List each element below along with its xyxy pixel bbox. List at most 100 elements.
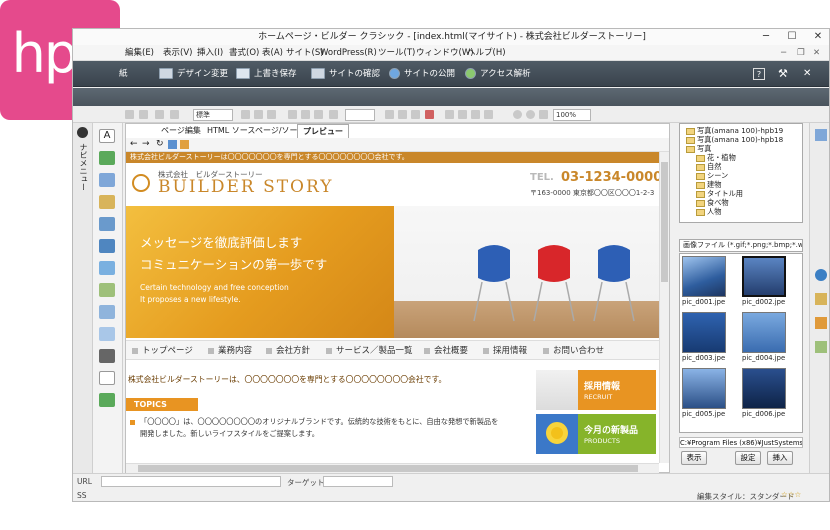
panel-tab-icon[interactable]	[815, 293, 827, 305]
grid-tool-icon[interactable]	[99, 283, 115, 297]
browser-alt-icon[interactable]	[180, 140, 189, 149]
wp-tab-icon[interactable]	[815, 269, 827, 281]
page-tool-icon[interactable]	[99, 371, 115, 385]
panel-tab-icon[interactable]	[815, 341, 827, 353]
file-type-select[interactable]: 画像ファイル (*.gif;*.png;*.bmp;*.wmf	[679, 239, 803, 252]
preview-vertical-scrollbar[interactable]	[659, 152, 669, 463]
menu-format[interactable]: 書式(O)	[229, 45, 259, 61]
hr-icon[interactable]	[329, 110, 338, 119]
settings-button[interactable]: 設定	[735, 451, 761, 465]
font-size-down-icon[interactable]	[458, 110, 467, 119]
hscroll-thumb[interactable]	[138, 465, 638, 472]
align-center-icon[interactable]	[254, 110, 263, 119]
link-icon[interactable]	[155, 110, 164, 119]
menu-table[interactable]: 表(A)	[262, 45, 283, 61]
tree-item[interactable]: タイトル用	[696, 189, 743, 198]
vscroll-thumb[interactable]	[661, 162, 668, 282]
menu-edit[interactable]: 編集(E)	[125, 45, 154, 61]
browser-icon[interactable]	[168, 140, 177, 149]
nav-recruit[interactable]: 採用情報	[483, 341, 527, 361]
tree-item[interactable]: 花・植物	[696, 153, 736, 162]
tab-preview[interactable]: プレビュー	[297, 124, 349, 138]
toolbar-save[interactable]: 上書き保存	[236, 66, 297, 82]
superscript-icon[interactable]	[471, 110, 480, 119]
font-tool-icon[interactable]	[99, 173, 115, 187]
indent-icon[interactable]	[301, 110, 310, 119]
url-input[interactable]	[101, 476, 281, 487]
list-icon[interactable]	[288, 110, 297, 119]
preview-horizontal-scrollbar[interactable]	[126, 463, 659, 473]
image-icon[interactable]	[170, 110, 179, 119]
menu-wordpress[interactable]: WordPress(R)	[320, 45, 377, 61]
redo-icon[interactable]	[139, 110, 148, 119]
layout-tool-icon[interactable]	[99, 393, 115, 407]
minimize-button[interactable]: ─	[753, 29, 779, 45]
toolbar-close-button[interactable]: ✕	[803, 66, 811, 82]
toolbar-site-check[interactable]: サイトの確認	[311, 66, 380, 82]
navi-panel-close-icon[interactable]	[77, 127, 88, 138]
target-input[interactable]	[323, 476, 393, 487]
tree-item[interactable]: 写真	[686, 144, 711, 153]
tree-item[interactable]: 写真(amana 100)-hpb19	[686, 126, 783, 135]
nav-policy[interactable]: 会社方針	[266, 341, 310, 361]
nav-company[interactable]: 会社概要	[424, 341, 468, 361]
bold-icon[interactable]	[385, 110, 394, 119]
tree-item[interactable]: 自然	[696, 162, 721, 171]
doc-restore-button[interactable]: ❐	[797, 45, 805, 61]
tree-item[interactable]: 建物	[696, 180, 721, 189]
view-button[interactable]: 表示	[681, 451, 707, 465]
image-tool-icon[interactable]	[99, 217, 115, 231]
insert-button[interactable]: 挿入	[767, 451, 793, 465]
forward-icon[interactable]: →	[142, 139, 150, 149]
menu-site[interactable]: サイト(S)	[286, 45, 324, 61]
toolbar-design-change[interactable]: デザイン変更	[159, 66, 228, 82]
mobile-tool-icon[interactable]	[99, 349, 115, 363]
tab-page-edit[interactable]: ページ編集	[156, 124, 206, 138]
recruit-banner[interactable]: 採用情報 RECRUIT	[536, 370, 656, 410]
toolbar-site-publish[interactable]: サイトの公開	[389, 66, 455, 82]
thumbnail-image[interactable]	[682, 256, 726, 297]
paragraph-style-select[interactable]: 標準	[193, 109, 233, 121]
menu-insert[interactable]: 挿入(I)	[197, 45, 223, 61]
settings-wrench-icon[interactable]: ⚒	[778, 66, 788, 82]
zoom-in-icon[interactable]	[513, 110, 522, 119]
doc-minimize-button[interactable]: ─	[781, 45, 786, 61]
thumbnail-image[interactable]	[682, 312, 726, 353]
italic-icon[interactable]	[398, 110, 407, 119]
thumbnail-image[interactable]	[742, 312, 786, 353]
zoom-select[interactable]: 100%	[553, 109, 591, 121]
brush-tool-icon[interactable]	[99, 195, 115, 209]
font-size-up-icon[interactable]	[445, 110, 454, 119]
tree-item[interactable]: 写真(amana 100)-hpb18	[686, 135, 783, 144]
material-tab-icon[interactable]	[815, 129, 827, 141]
thumbnail-image[interactable]	[742, 368, 786, 409]
undo-icon[interactable]	[125, 110, 134, 119]
close-button[interactable]: ✕	[805, 29, 829, 45]
gallery-tool-icon[interactable]	[99, 261, 115, 275]
zoom-out-icon[interactable]	[526, 110, 535, 119]
menu-help[interactable]: ヘルプ(H)	[467, 45, 506, 61]
outdent-icon[interactable]	[314, 110, 323, 119]
thumbnail-image[interactable]	[682, 368, 726, 409]
tree-item[interactable]: 食べ物	[696, 198, 729, 207]
text-tool-icon[interactable]: A	[99, 129, 115, 143]
tree-item[interactable]: 人物	[696, 207, 721, 216]
table-tool-icon[interactable]	[99, 305, 115, 319]
refresh-icon[interactable]: ↻	[156, 139, 164, 149]
font-select[interactable]	[345, 109, 375, 121]
nav-top-page[interactable]: トップページ	[132, 341, 193, 361]
products-banner[interactable]: 今月の新製品 PRODUCTS	[536, 414, 656, 454]
nav-contact[interactable]: お問い合わせ	[543, 341, 604, 361]
zoom-fit-icon[interactable]	[539, 110, 548, 119]
underline-icon[interactable]	[411, 110, 420, 119]
back-icon[interactable]: ←	[130, 139, 138, 149]
person-tool-icon[interactable]	[99, 151, 115, 165]
nav-products[interactable]: サービス／製品一覧	[326, 341, 413, 361]
navi-menu-tab[interactable]: ナビメニュー	[78, 143, 89, 191]
toolbar-paper[interactable]: 紙	[119, 66, 128, 82]
subscript-icon[interactable]	[484, 110, 493, 119]
list-tool-icon[interactable]	[99, 327, 115, 341]
help-button[interactable]: ?	[753, 68, 765, 80]
panel-tab-icon[interactable]	[815, 317, 827, 329]
font-color-icon[interactable]	[425, 110, 434, 119]
